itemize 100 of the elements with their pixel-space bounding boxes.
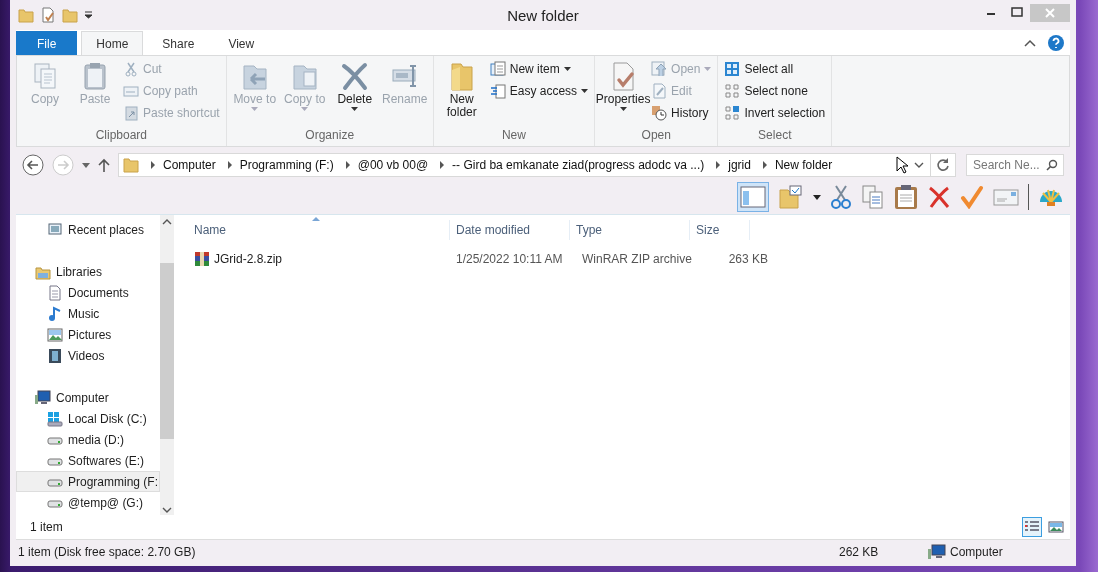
scrollbar[interactable] (160, 215, 174, 515)
ribbon-button[interactable]: New item (487, 58, 591, 80)
breadcrumb[interactable]: Computer (163, 158, 216, 172)
nav-item[interactable]: Computer (16, 387, 160, 408)
collapse-icon[interactable] (1024, 38, 1036, 47)
caret-icon[interactable] (813, 194, 821, 200)
status-location: Computer (950, 545, 1003, 559)
edit-icon (651, 83, 668, 99)
breadcrumb[interactable]: -- Gird ba emkanate ziad(progress adodc va ...) (452, 158, 705, 172)
scroll-up-icon[interactable] (162, 219, 172, 225)
nav-item[interactable]: Recent places (16, 219, 160, 240)
drive-icon (47, 410, 63, 427)
chevron-icon[interactable] (345, 161, 350, 169)
ribbon-tab[interactable]: Home (81, 31, 144, 55)
path-icon (123, 83, 139, 99)
ribbon-button[interactable]: Invert selection (722, 102, 828, 124)
folder-icon (123, 157, 139, 173)
computer-icon (928, 544, 946, 560)
chevron-icon[interactable] (762, 161, 767, 169)
ribbon-button[interactable]: Select none (722, 80, 828, 102)
ribbon-tab[interactable]: File (16, 31, 78, 55)
nav-item[interactable]: Music (16, 303, 160, 324)
address-bar[interactable]: Computer Programming (F:) @00 vb 00@ -- Gird ba emkanate ziad(progress adodc va ...) jgrid New folder (118, 153, 956, 177)
ribbon-tab[interactable]: View (213, 31, 270, 55)
chevron-down-icon[interactable] (914, 162, 924, 168)
ribbon-button[interactable]: Select all (722, 58, 828, 80)
caret-icon (581, 89, 589, 93)
ribbon-button[interactable]: History (649, 102, 714, 124)
window-title: New folder (506, 6, 580, 24)
clock-icon (651, 105, 668, 121)
nav-item[interactable]: Programming (F: (16, 471, 160, 492)
ribbon-button[interactable]: Delete (330, 58, 379, 128)
grid-icon (724, 105, 741, 121)
breadcrumb[interactable]: @00 vb 00@ (357, 158, 429, 172)
caret-icon (251, 107, 259, 111)
cross-icon[interactable] (927, 185, 951, 209)
clipboard-icon[interactable] (894, 184, 918, 210)
nav-item[interactable]: Libraries (16, 261, 160, 282)
music-note-icon (47, 305, 63, 322)
scroll-thumb[interactable] (160, 263, 174, 439)
status-size: 262 KB (839, 545, 880, 559)
chevron-icon[interactable] (151, 161, 155, 169)
item-count: 1 item (30, 520, 63, 534)
caret-icon (351, 107, 359, 111)
group-label: Open (641, 128, 671, 144)
ribbon-button[interactable]: Easy access (487, 80, 591, 102)
film-icon (47, 347, 63, 364)
folder-check-icon[interactable] (778, 184, 804, 210)
nav-item[interactable]: Documents (16, 282, 160, 303)
nav-item[interactable]: Softwares (E:) (16, 450, 160, 471)
size-cell-text: 263 KB (727, 252, 768, 266)
file-name[interactable]: JGrid-2.8.zip (214, 252, 283, 266)
nav-item[interactable]: Pictures (16, 324, 160, 345)
help-icon[interactable] (1048, 34, 1064, 51)
picture-icon (1048, 520, 1064, 534)
nav-item[interactable]: @temp@ (G:) (16, 492, 160, 513)
chevron-icon[interactable] (440, 161, 445, 169)
shortcut-icon (123, 105, 139, 121)
checkmark-icon[interactable] (960, 185, 984, 209)
chevron-icon[interactable] (716, 161, 721, 169)
list-icon (1024, 520, 1040, 534)
search-field[interactable]: Search Ne... (966, 154, 1064, 176)
chevron-icon[interactable] (227, 161, 232, 169)
type-cell-text: WinRAR ZIP archive (581, 252, 693, 266)
group-label: Clipboard (95, 128, 148, 144)
checkmark-page-icon[interactable] (40, 7, 56, 23)
document-icon (47, 284, 63, 301)
nav-item[interactable]: Local Disk (C:) (16, 408, 160, 429)
new-item-icon (489, 61, 506, 77)
scissors-icon[interactable] (830, 184, 852, 210)
scroll-down-icon[interactable] (162, 507, 172, 513)
date-cell-text: 1/25/2022 10:11 AM (455, 252, 564, 266)
sort-arrow-icon (311, 217, 320, 221)
column-header[interactable]: Type (570, 220, 690, 240)
status-text: 1 item (Disk free space: 2.70 GB) (18, 545, 197, 559)
column-header[interactable]: Date modified (450, 220, 570, 240)
breadcrumb[interactable]: jgrid (728, 158, 751, 172)
picture-icon (47, 326, 63, 343)
breadcrumb[interactable]: New folder (774, 158, 833, 172)
column-header[interactable]: Name (174, 220, 450, 240)
breadcrumb[interactable]: Programming (F:) (239, 158, 334, 172)
document-icon (489, 83, 506, 99)
cursor-icon (896, 156, 908, 174)
details-view-button[interactable] (1022, 517, 1042, 537)
group-label: New (501, 128, 526, 144)
monitor-icon (47, 221, 63, 238)
grid-icon (724, 61, 741, 77)
archive-icon (194, 251, 210, 267)
caret-icon (704, 67, 712, 71)
ribbon-button[interactable]: New folder (437, 58, 486, 128)
computer-icon (35, 389, 51, 406)
nav-item[interactable]: Videos (16, 345, 160, 366)
nav-item[interactable]: media (D:) (16, 429, 160, 450)
up-arrow-icon[interactable] (98, 158, 110, 172)
column-header[interactable]: Size (690, 220, 750, 240)
caret-icon[interactable] (84, 11, 93, 19)
back-icon[interactable] (22, 154, 44, 176)
ribbon-tab[interactable]: Share (147, 31, 210, 55)
group-label: Select (758, 128, 792, 144)
caret-icon (301, 107, 309, 111)
